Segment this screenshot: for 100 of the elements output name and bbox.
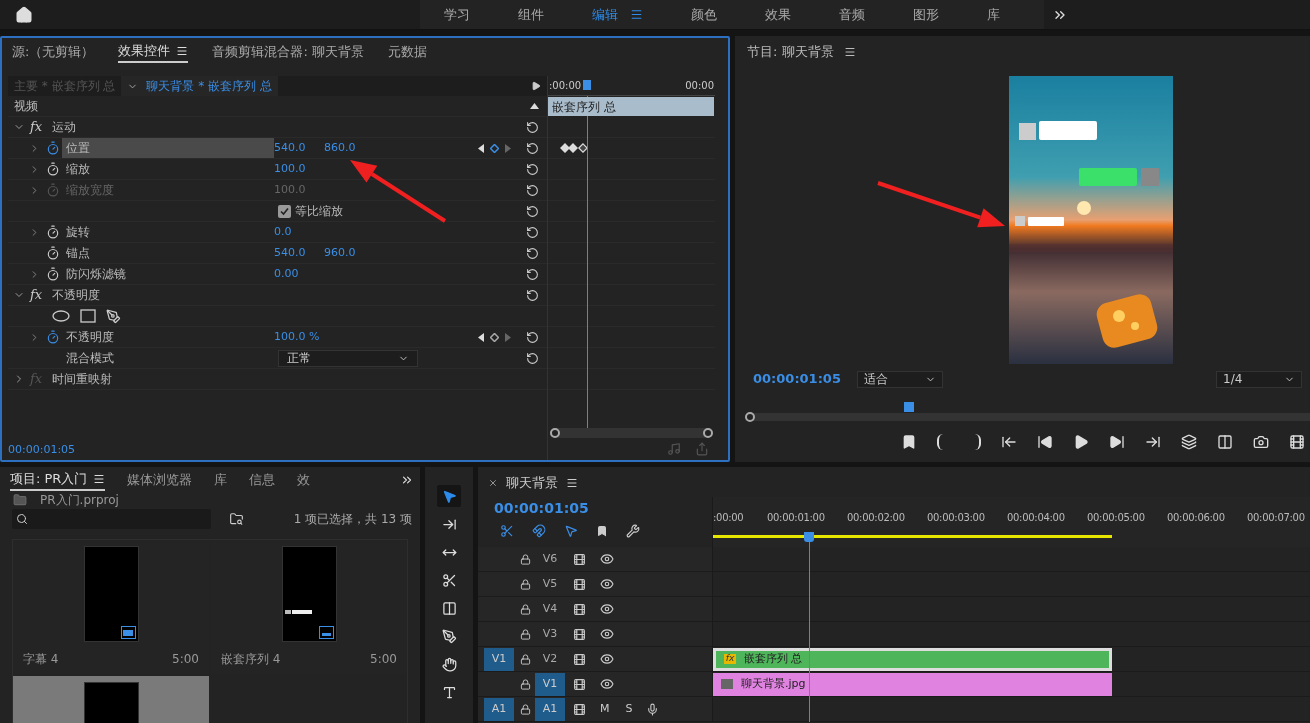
lock-icon[interactable] xyxy=(520,603,531,615)
workspace-tab[interactable]: 编辑 xyxy=(568,0,667,29)
visibility-icon[interactable] xyxy=(600,652,614,666)
lock-icon[interactable] xyxy=(520,703,531,715)
next-keyframe-icon[interactable] xyxy=(504,143,511,153)
go-to-out-icon[interactable] xyxy=(1145,434,1161,450)
keyframe-markers[interactable] xyxy=(560,143,588,153)
search-field[interactable] xyxy=(12,509,211,529)
timecode[interactable]: 00:00:01:05 xyxy=(494,497,712,519)
rectangle-mask-icon[interactable] xyxy=(80,309,96,323)
stopwatch-icon[interactable] xyxy=(46,246,60,260)
lock-icon[interactable] xyxy=(520,678,531,690)
track-target[interactable]: V5 xyxy=(535,572,565,596)
source-patch[interactable]: A1 xyxy=(484,697,514,721)
snap-icon[interactable] xyxy=(532,524,546,538)
workspace-tab[interactable]: 颜色 xyxy=(667,0,741,29)
track-target[interactable]: V3 xyxy=(535,622,565,646)
reset-icon[interactable] xyxy=(525,288,539,302)
linked-selection-icon[interactable] xyxy=(564,524,578,538)
reset-icon[interactable] xyxy=(525,225,539,239)
lock-icon[interactable] xyxy=(520,578,531,590)
workspace-tab[interactable]: 音频 xyxy=(815,0,889,29)
panel-tab[interactable]: 效果控件 xyxy=(118,41,189,63)
property-value[interactable]: 540.0 xyxy=(274,244,324,262)
panel-tab[interactable]: 媒体浏览器 xyxy=(127,469,193,491)
reset-icon[interactable] xyxy=(525,162,539,176)
play-icon[interactable] xyxy=(531,81,541,91)
lock-icon[interactable] xyxy=(520,628,531,640)
reset-icon[interactable] xyxy=(525,120,539,134)
find-folder-icon[interactable] xyxy=(229,512,244,526)
zoom-scrollbar[interactable] xyxy=(550,428,713,438)
property-value[interactable]: 540.0 xyxy=(274,139,324,157)
menu-icon[interactable] xyxy=(176,45,189,57)
timeline-clip[interactable]: 聊天背景.jpg xyxy=(713,672,1112,696)
playhead[interactable] xyxy=(804,532,815,542)
panel-tab[interactable]: 项目: PR入门 xyxy=(10,469,106,491)
lock-icon[interactable] xyxy=(520,653,531,665)
panel-tab[interactable]: 音频剪辑混合器: 聊天背景 xyxy=(212,41,364,63)
stopwatch-icon[interactable] xyxy=(46,225,60,239)
track-target[interactable]: A1 xyxy=(535,697,565,721)
scroll-handle[interactable] xyxy=(550,428,560,438)
workspace-tab[interactable]: 学习 xyxy=(420,0,494,29)
more-icon[interactable] xyxy=(400,473,414,487)
playhead[interactable] xyxy=(904,402,915,412)
menu-icon[interactable] xyxy=(93,473,106,485)
workspace-tab[interactable]: 效果 xyxy=(741,0,815,29)
step-back-icon[interactable] xyxy=(1037,434,1053,450)
previous-keyframe-icon[interactable] xyxy=(478,143,485,153)
clip-bar[interactable]: 嵌套序列 总 xyxy=(548,97,714,116)
property-value[interactable]: 100.0 xyxy=(274,160,324,178)
pen-mask-icon[interactable] xyxy=(106,308,121,324)
playhead[interactable] xyxy=(583,80,592,90)
add-keyframe-icon[interactable] xyxy=(490,332,499,342)
property-value[interactable]: 960.0 xyxy=(324,244,374,262)
solo-toggle[interactable]: S xyxy=(625,700,633,718)
checkbox[interactable] xyxy=(278,204,291,218)
scroll-handle[interactable] xyxy=(703,428,713,438)
visibility-icon[interactable] xyxy=(600,577,614,591)
track-target[interactable]: V2 xyxy=(535,647,565,671)
play-icon[interactable] xyxy=(1073,434,1089,450)
reset-icon[interactable] xyxy=(525,141,539,155)
property-value[interactable]: 100.0 % xyxy=(274,328,324,346)
panel-title[interactable]: 节目: 聊天背景 xyxy=(747,42,834,62)
add-keyframe-icon[interactable] xyxy=(490,143,499,153)
panel-tab[interactable]: 效 xyxy=(297,469,311,491)
ellipse-mask-icon[interactable] xyxy=(52,310,70,322)
workspace-tab[interactable]: 组件 xyxy=(494,0,568,29)
workspace-tab[interactable]: 图形 xyxy=(889,0,963,29)
add-marker-icon[interactable] xyxy=(596,525,608,537)
stopwatch-icon[interactable] xyxy=(46,267,60,281)
fx-toggle[interactable]: fx xyxy=(30,285,52,305)
next-keyframe-icon[interactable] xyxy=(504,332,511,342)
microphone-icon[interactable] xyxy=(646,702,660,716)
close-icon[interactable] xyxy=(488,478,498,488)
visibility-icon[interactable] xyxy=(600,677,614,691)
home-icon[interactable] xyxy=(15,5,33,24)
visibility-icon[interactable] xyxy=(600,602,614,616)
menu-icon[interactable] xyxy=(843,46,856,58)
lock-icon[interactable] xyxy=(520,553,531,565)
scrubber-handle[interactable] xyxy=(745,412,755,422)
timecode[interactable]: 00:00:01:05 xyxy=(753,369,857,389)
menu-icon[interactable] xyxy=(566,477,578,489)
fx-toggle[interactable]: fx xyxy=(30,117,52,137)
go-to-in-icon[interactable] xyxy=(1001,434,1017,450)
stopwatch-icon[interactable] xyxy=(46,330,60,344)
source-patch[interactable]: V1 xyxy=(484,647,514,671)
selection-tool[interactable] xyxy=(437,485,461,507)
settings-icon[interactable] xyxy=(626,524,640,538)
panel-tab[interactable]: 库 xyxy=(214,469,228,491)
previous-keyframe-icon[interactable] xyxy=(478,332,485,342)
property-value[interactable]: 0.0 xyxy=(274,223,324,241)
track-target[interactable]: V1 xyxy=(535,672,565,696)
property-value[interactable]: 0.00 xyxy=(274,265,324,283)
track-target[interactable]: V4 xyxy=(535,597,565,621)
resolution-dropdown[interactable]: 1/4 xyxy=(1216,370,1302,388)
visibility-icon[interactable] xyxy=(600,627,614,641)
timeline-clip[interactable]: fx 嵌套序列 总 xyxy=(713,647,1112,671)
marker-icon[interactable] xyxy=(901,434,917,450)
blend-mode-dropdown[interactable]: 正常 xyxy=(278,349,418,367)
panel-tab[interactable]: 源:（无剪辑） xyxy=(12,41,95,63)
